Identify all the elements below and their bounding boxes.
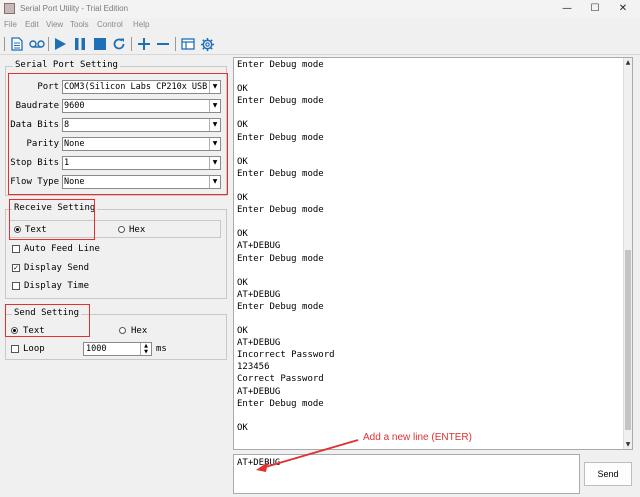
loop-label: Loop bbox=[23, 344, 45, 354]
toolbar-grip bbox=[4, 37, 5, 51]
annotation-text: Add a new line (ENTER) bbox=[363, 432, 472, 443]
log-line: OK bbox=[237, 120, 248, 131]
log-line: OK bbox=[237, 326, 248, 337]
log-line: AT+DEBUG bbox=[237, 289, 281, 300]
toolbar bbox=[0, 33, 640, 55]
receive-log-area[interactable]: Enter Debug mode OK Enter Debug mode OK Ente… bbox=[233, 57, 633, 450]
menu-file[interactable]: File bbox=[4, 20, 17, 29]
send-hex-radio[interactable] bbox=[119, 327, 126, 334]
title-bar: Serial Port Utility - Trial Edition — ☐ … bbox=[0, 0, 640, 18]
maximize-button[interactable]: ☐ bbox=[580, 2, 610, 16]
toolbar-separator bbox=[48, 37, 49, 51]
display-time-checkbox[interactable] bbox=[12, 282, 20, 290]
receive-scrollbar[interactable]: ▲ ▼ bbox=[623, 58, 632, 449]
menu-view[interactable]: View bbox=[46, 20, 63, 29]
log-line: Enter Debug mode bbox=[237, 168, 324, 179]
log-line: AT+DEBUG bbox=[237, 338, 281, 349]
log-line: AT+DEBUG bbox=[237, 241, 281, 252]
highlight-receive-setting bbox=[9, 199, 95, 240]
log-line: OK bbox=[237, 422, 248, 433]
interval-unit: ms bbox=[156, 344, 167, 354]
loop-checkbox[interactable] bbox=[11, 345, 19, 353]
display-send-label: Display Send bbox=[24, 263, 90, 273]
log-line: OK bbox=[237, 84, 248, 95]
gear-icon[interactable] bbox=[199, 36, 215, 52]
receive-log: Enter Debug mode OK Enter Debug mode OK Ente… bbox=[234, 59, 335, 434]
log-line: Correct Password bbox=[237, 374, 324, 385]
close-button[interactable]: ✕ bbox=[608, 2, 638, 16]
remove-icon[interactable] bbox=[155, 36, 171, 52]
receive-hex-label: Hex bbox=[129, 225, 146, 235]
log-line: OK bbox=[237, 277, 248, 288]
loop-interval-value: 1000 bbox=[86, 344, 107, 354]
log-line: Enter Debug mode bbox=[237, 205, 324, 216]
log-line: Enter Debug mode bbox=[237, 253, 324, 264]
highlight-send-setting bbox=[5, 304, 90, 337]
window-icon[interactable] bbox=[180, 36, 196, 52]
pause-icon[interactable] bbox=[72, 36, 88, 52]
receive-hex-radio[interactable] bbox=[118, 226, 125, 233]
log-line: OK bbox=[237, 229, 248, 240]
toolbar-separator bbox=[131, 37, 132, 51]
menu-tools[interactable]: Tools bbox=[70, 20, 89, 29]
document-icon[interactable] bbox=[9, 36, 25, 52]
menu-bar: File Edit View Tools Control Help bbox=[0, 18, 640, 33]
minimize-button[interactable]: — bbox=[552, 2, 582, 16]
toolbar-separator bbox=[175, 37, 176, 51]
record-icon[interactable] bbox=[29, 36, 45, 52]
scroll-up-icon[interactable]: ▲ bbox=[624, 59, 632, 66]
log-line: AT+DEBUG bbox=[237, 386, 281, 397]
log-line: Enter Debug mode bbox=[237, 132, 324, 143]
refresh-icon[interactable] bbox=[111, 36, 127, 52]
serial-port-setting-title: Serial Port Setting bbox=[13, 60, 120, 70]
stop-icon[interactable] bbox=[92, 36, 108, 52]
log-line: OK bbox=[237, 156, 248, 167]
menu-edit[interactable]: Edit bbox=[25, 20, 39, 29]
app-icon bbox=[4, 3, 15, 14]
add-icon[interactable] bbox=[136, 36, 152, 52]
log-line: Enter Debug mode bbox=[237, 96, 324, 107]
log-line: Enter Debug mode bbox=[237, 398, 324, 409]
log-line: Incorrect Password bbox=[237, 350, 335, 361]
scroll-thumb[interactable] bbox=[625, 250, 631, 430]
play-icon[interactable] bbox=[52, 36, 68, 52]
log-line: Enter Debug mode bbox=[237, 301, 324, 312]
window-title: Serial Port Utility - Trial Edition bbox=[20, 4, 129, 13]
auto-feed-line-checkbox[interactable] bbox=[12, 245, 20, 253]
highlight-serial-settings bbox=[8, 73, 228, 195]
menu-help[interactable]: Help bbox=[133, 20, 149, 29]
send-input[interactable]: AT+DEBUG bbox=[233, 454, 580, 494]
spin-arrows-icon[interactable]: ▲ ▼ bbox=[140, 343, 151, 355]
scroll-down-icon[interactable]: ▼ bbox=[624, 441, 632, 448]
send-button[interactable]: Send bbox=[584, 462, 632, 486]
send-hex-label: Hex bbox=[131, 326, 148, 336]
log-line: OK bbox=[237, 193, 248, 204]
display-send-checkbox[interactable]: ✓ bbox=[12, 264, 20, 272]
loop-interval-spinbox[interactable]: 1000 ▲ ▼ bbox=[83, 342, 152, 356]
menu-control[interactable]: Control bbox=[97, 20, 123, 29]
auto-feed-line-label: Auto Feed Line bbox=[24, 244, 100, 254]
display-time-label: Display Time bbox=[24, 281, 90, 291]
log-line: Enter Debug mode bbox=[237, 60, 324, 70]
log-line: 123456 bbox=[237, 362, 270, 373]
